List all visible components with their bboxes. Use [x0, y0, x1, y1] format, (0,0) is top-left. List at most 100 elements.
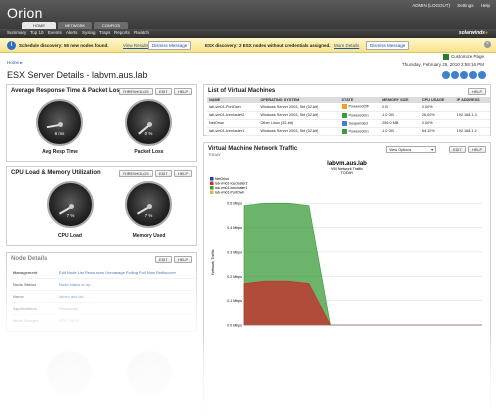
table-row[interactable]: NetOrion Other Linux (32-bit) Suspended 2…	[207, 119, 490, 128]
menu-top10[interactable]: Top 10	[30, 30, 44, 35]
chevron-down-icon: ▾	[431, 148, 433, 152]
legend-label: lab-vm01-Icecluster1	[215, 186, 248, 190]
menu-bar: Summary Top 10 Events Alerts Syslog Trap…	[0, 29, 496, 38]
print-icon[interactable]	[460, 71, 468, 79]
y-tick-label: 0.2 Mbps	[227, 275, 242, 279]
tab-configs[interactable]: CONFIGS	[94, 22, 128, 29]
panel-title: Average Response Time & Packet Loss	[11, 88, 124, 94]
gauge-label: Avg Resp Time	[42, 149, 78, 155]
list-item: Node Status Node status is Up.	[11, 279, 195, 291]
legend-label: NetOrion	[215, 177, 229, 181]
panel-title: List of Virtual Machines	[208, 88, 276, 94]
menu-reports[interactable]: Reports	[114, 30, 130, 35]
legend-swatch	[210, 181, 214, 185]
dismiss-esx-button[interactable]: Dismiss Message	[366, 41, 410, 50]
edit-button[interactable]: EDIT	[155, 256, 172, 263]
customize-icon	[442, 54, 449, 60]
current-datetime: Thursday, February 25, 2010 2:59:16 PM	[402, 62, 484, 67]
app-logo: Orion	[7, 5, 43, 21]
powered-off-icon	[341, 104, 347, 110]
menu-alerts[interactable]: Alerts	[66, 30, 78, 35]
more-details-link[interactable]: More Details	[334, 43, 359, 48]
thresholds-button[interactable]: THRESHOLDS	[118, 88, 153, 95]
page-title: ESX Server Details - labvm.aus.lab	[7, 70, 148, 80]
cpu-load-gauge: 7 %	[47, 181, 94, 228]
traffic-chart: labvm.aus.lab VM Network Traffic TODAY N…	[210, 161, 482, 328]
settings-link[interactable]: Settings	[457, 3, 473, 8]
dismiss-discovery-button[interactable]: Dismiss Message	[148, 41, 192, 50]
customize-page-link[interactable]: Customize Page	[442, 54, 484, 60]
list-item: Node Groups EDIT HELP	[11, 315, 195, 327]
legend-swatch	[210, 186, 214, 190]
packet-loss-gauge: 0 %	[125, 99, 172, 146]
gauge-value: 7 %	[144, 213, 153, 218]
info-circle-icon[interactable]	[478, 71, 486, 79]
legend-label: lab-vm01-Icecluster2	[215, 182, 248, 186]
view-options-select[interactable]: View Options ▾	[386, 146, 436, 153]
edit-button[interactable]: EDIT	[155, 88, 172, 95]
faded-gauge-2	[126, 350, 173, 397]
breadcrumb[interactable]: Home ▸	[7, 60, 23, 66]
tab-network[interactable]: NETWORK	[58, 22, 92, 29]
powered-on-icon	[341, 112, 347, 118]
logout-link[interactable]: ADMIN (LOGOUT)	[412, 3, 450, 8]
esx-message: ESX discovery: 2 ESX nodes without crede…	[205, 43, 331, 48]
gauge-label: CPU Load	[58, 233, 82, 239]
table-row[interactable]: lab-vm01-Icecluster2 Windows Server 2003,…	[207, 111, 490, 120]
node-details-list: Management Edit Node List Resources Unman…	[11, 267, 195, 327]
menu-traps[interactable]: Traps	[99, 30, 110, 35]
y-tick-label: 0.4 Mbps	[227, 226, 242, 230]
zoom-icon[interactable]	[451, 71, 459, 79]
y-axis-label: Network Traffic	[211, 249, 215, 274]
response-time-panel: Average Response Time & Packet Loss THRE…	[6, 84, 197, 162]
list-item: Management Edit Node List Resources Unman…	[11, 267, 195, 279]
refresh-icon[interactable]	[442, 71, 450, 79]
y-tick-label: 0.5 Mbps	[227, 202, 242, 206]
menu-summary[interactable]: Summary	[7, 30, 26, 35]
avg-response-gauge: 6 ms	[36, 99, 83, 146]
faded-gauge-1	[46, 350, 93, 397]
panel-title: Virtual Machine Network Traffic	[208, 146, 298, 152]
top-links: ADMIN (LOGOUT) Settings Help	[406, 3, 490, 8]
powered-on-icon	[341, 128, 347, 134]
thresholds-button[interactable]: THRESHOLDS	[118, 170, 153, 177]
help-button[interactable]: HELP	[174, 88, 192, 95]
help-button[interactable]: HELP	[468, 146, 486, 153]
header-icons	[441, 71, 486, 81]
help-button[interactable]: HELP	[174, 256, 192, 263]
edit-button[interactable]: EDIT	[449, 146, 466, 153]
discovery-message: Schedule discovery: 55 new nodes found.	[19, 43, 109, 48]
gauge-value: 0 %	[144, 131, 153, 136]
vm-table: NAME OPERATING SYSTEM STATE MEMORY SIZE …	[207, 97, 490, 136]
edit-button[interactable]: EDIT	[155, 170, 172, 177]
help-button[interactable]: HELP	[468, 88, 486, 95]
list-item: Name labvm.aus.lab	[11, 291, 195, 303]
notification-bar: i Schedule discovery: 55 new nodes found…	[0, 38, 496, 53]
menu-rwatch[interactable]: Rwatch	[134, 30, 149, 35]
help-button[interactable]: HELP	[174, 170, 192, 177]
info-icon: i	[7, 41, 16, 50]
tab-home[interactable]: HOME	[22, 22, 56, 29]
gauge-value: 6 ms	[54, 131, 65, 136]
rss-icon[interactable]	[469, 71, 477, 79]
suspended-icon	[341, 120, 347, 126]
list-item: Applications Resources	[11, 303, 195, 315]
legend-swatch	[210, 190, 214, 194]
chart-subtitle-2: TODAY	[341, 171, 354, 175]
top-bar: Orion ADMIN (LOGOUT) Settings Help HOME …	[0, 0, 496, 29]
legend-swatch	[210, 177, 214, 181]
gauge-label: Memory Used	[132, 233, 166, 239]
table-row[interactable]: lab-vm01-PortOwn Windows Server 2003, Std…	[207, 103, 490, 112]
series-area	[243, 280, 482, 326]
help-link[interactable]: Help	[481, 3, 490, 8]
vm-list-panel: List of Virtual Machines HELP NAME OPERA…	[203, 84, 491, 136]
table-row[interactable]: lab-vm01-Icecluster1 Windows Server 2003,…	[207, 127, 490, 136]
close-icon[interactable]: ×	[484, 41, 491, 48]
menu-events[interactable]: Events	[48, 30, 62, 35]
menu-syslog[interactable]: Syslog	[82, 30, 96, 35]
node-details-panel: Node Details EDIT HELP Management Edit No…	[6, 252, 197, 332]
legend-label: lab-vm01-PortOwn	[215, 191, 244, 195]
panel-title: Node Details	[11, 256, 48, 262]
view-results-link[interactable]: View Results	[123, 43, 149, 48]
panel-title: CPU Load & Memory Utilization	[11, 170, 101, 176]
